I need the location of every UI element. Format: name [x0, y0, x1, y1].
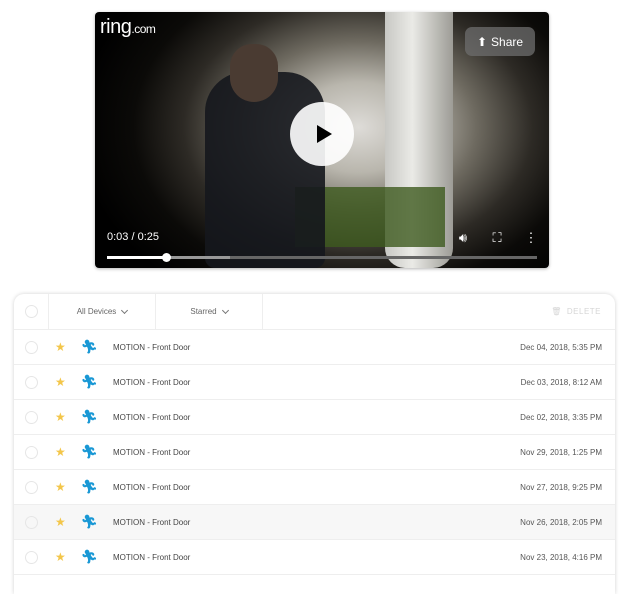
row-checkbox[interactable]	[14, 410, 48, 424]
event-date: Nov 27, 2018, 9:25 PM	[520, 482, 602, 492]
volume-icon[interactable]: 🔊︎	[454, 230, 472, 246]
row-checkbox[interactable]	[14, 445, 48, 459]
event-label: MOTION - Front Door	[113, 447, 191, 457]
select-all-checkbox[interactable]	[14, 294, 49, 329]
event-label: MOTION - Front Door	[113, 517, 191, 527]
star-icon[interactable]: ★	[55, 515, 75, 529]
motion-icon: 🏃︎	[81, 374, 98, 389]
event-row[interactable]: ★ 🏃︎ MOTION - Front Door Nov 29, 2018, 1:25…	[14, 435, 615, 470]
event-date: Nov 23, 2018, 4:16 PM	[520, 552, 602, 562]
time-display: 0:03 / 0:25	[107, 231, 159, 243]
share-label: Share	[491, 34, 524, 49]
event-date: Nov 26, 2018, 2:05 PM	[520, 517, 602, 527]
video-frame-head	[230, 44, 278, 102]
star-icon[interactable]: ★	[55, 480, 75, 494]
row-checkbox[interactable]	[14, 480, 48, 494]
event-date: Dec 03, 2018, 8:12 AM	[520, 377, 602, 387]
event-label: MOTION - Front Door	[113, 412, 191, 422]
video-player[interactable]: ring.com ⬆ Share 0:03 / 0:25 🔊︎ ⛶ ⋮	[95, 12, 549, 268]
event-row[interactable]: ★ 🏃︎ MOTION - Front Door Nov 26, 2018, 2:05…	[14, 505, 615, 540]
event-date: Nov 29, 2018, 1:25 PM	[520, 447, 602, 457]
star-icon[interactable]: ★	[55, 340, 75, 354]
event-label: MOTION - Front Door	[113, 552, 191, 562]
share-icon: ⬆	[476, 34, 488, 49]
motion-icon: 🏃︎	[81, 409, 98, 424]
motion-icon: 🏃︎	[81, 444, 98, 459]
event-label: MOTION - Front Door	[113, 342, 191, 352]
motion-icon: 🏃︎	[81, 549, 98, 564]
chevron-down-icon	[221, 306, 229, 314]
video-frame-person	[205, 72, 325, 268]
fullscreen-icon[interactable]: ⛶	[488, 230, 506, 246]
delete-button[interactable]: 🗑︎ DELETE	[551, 294, 601, 329]
seek-handle[interactable]	[161, 253, 171, 262]
row-checkbox[interactable]	[14, 340, 48, 354]
trash-icon: 🗑︎	[551, 307, 562, 316]
filter-bar: All Devices Starred 🗑︎ DELETE	[14, 294, 615, 330]
motion-icon: 🏃︎	[81, 339, 98, 354]
device-filter-label: All Devices	[76, 307, 117, 316]
event-row[interactable]: ★ 🏃︎ MOTION - Front Door Dec 02, 2018, 3:35…	[14, 400, 615, 435]
ring-logo: ring.com	[100, 16, 156, 38]
star-icon[interactable]: ★	[55, 410, 75, 424]
delete-label: DELETE	[566, 307, 601, 316]
starred-filter-dropdown[interactable]: Starred	[156, 294, 263, 329]
starred-filter-label: Starred	[190, 307, 217, 316]
play-button[interactable]	[290, 102, 354, 166]
event-date: Dec 02, 2018, 3:35 PM	[520, 412, 602, 422]
event-date: Dec 04, 2018, 5:35 PM	[520, 342, 602, 352]
more-vert-icon[interactable]: ⋮	[522, 230, 540, 246]
row-checkbox[interactable]	[14, 375, 48, 389]
event-label: MOTION - Front Door	[113, 377, 191, 387]
play-icon	[316, 125, 332, 143]
motion-icon: 🏃︎	[81, 479, 98, 494]
chevron-down-icon	[121, 306, 129, 314]
event-label: MOTION - Front Door	[113, 482, 191, 492]
share-button[interactable]: ⬆ Share	[465, 27, 535, 56]
event-row[interactable]: ★ 🏃︎ MOTION - Front Door Nov 27, 2018, 9:25…	[14, 470, 615, 505]
played-bar	[107, 256, 166, 259]
star-icon[interactable]: ★	[55, 550, 75, 564]
motion-icon: 🏃︎	[81, 514, 98, 529]
device-filter-dropdown[interactable]: All Devices	[49, 294, 156, 329]
event-row[interactable]: ★ 🏃︎ MOTION - Front Door Dec 03, 2018, 8:12…	[14, 365, 615, 400]
event-row[interactable]: ★ 🏃︎ MOTION - Front Door Dec 04, 2018, 5:35…	[14, 330, 615, 365]
star-icon[interactable]: ★	[55, 445, 75, 459]
star-icon[interactable]: ★	[55, 375, 75, 389]
events-list: All Devices Starred 🗑︎ DELETE ★ 🏃︎ MOTION -…	[14, 294, 615, 594]
seek-bar[interactable]	[107, 253, 537, 262]
row-checkbox[interactable]	[14, 550, 48, 564]
row-checkbox[interactable]	[14, 515, 48, 529]
event-row[interactable]: ★ 🏃︎ MOTION - Front Door Nov 23, 2018, 4:16…	[14, 540, 615, 575]
